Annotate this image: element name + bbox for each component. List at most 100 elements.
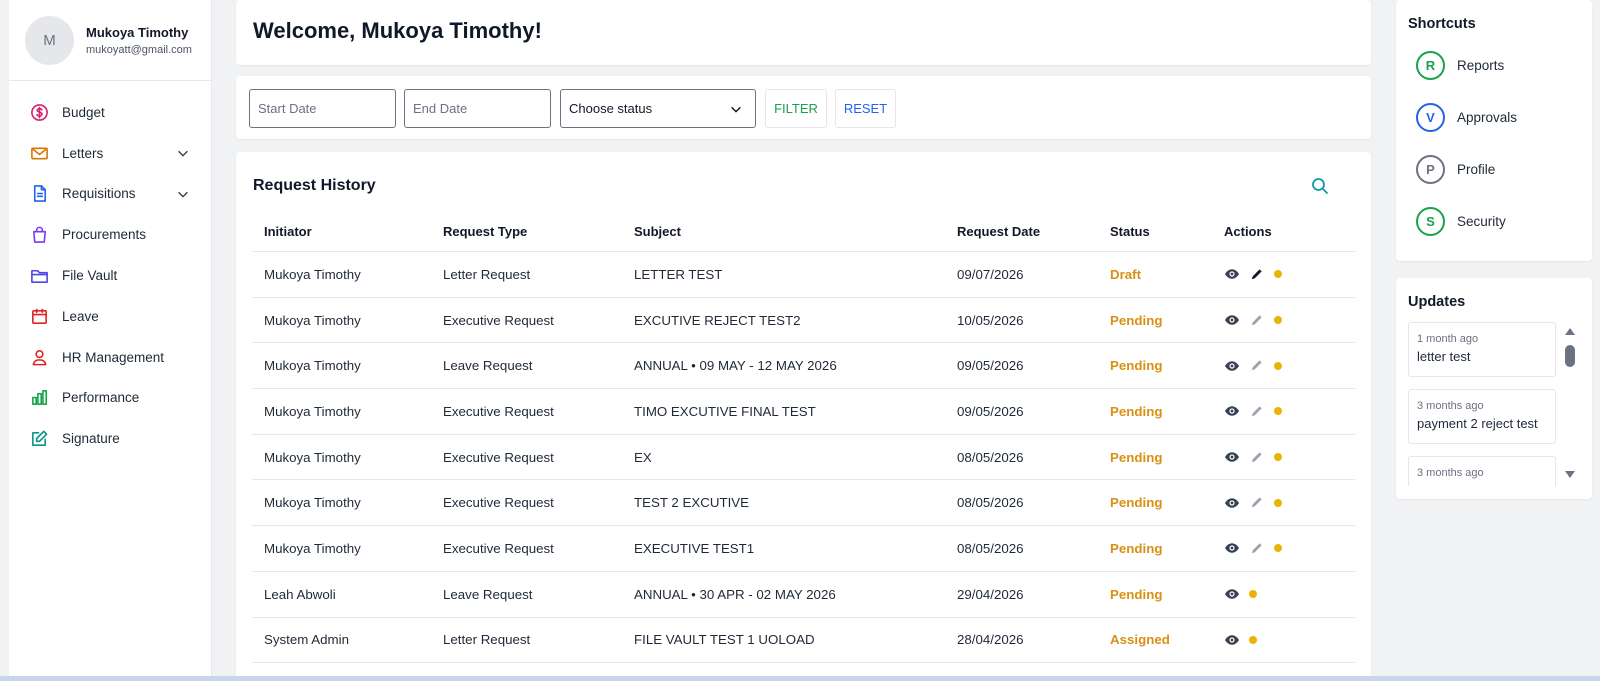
table-row: System Admin Letter Request FILE VAULT TES… xyxy=(252,618,1355,664)
welcome-card: Welcome, Mukoya Timothy! xyxy=(236,0,1371,65)
update-item[interactable]: 1 month ago letter test xyxy=(1408,322,1556,377)
eye-icon[interactable] xyxy=(1224,632,1240,648)
cell-initiator: Mukoya Timothy xyxy=(264,403,361,419)
status-dot-icon xyxy=(1249,635,1257,644)
cell-date: 10/05/2026 xyxy=(957,312,1024,328)
row-actions xyxy=(1224,266,1282,282)
cell-type: Executive Request xyxy=(443,449,554,465)
table-row: Mukoya Timothy Executive Request EXECUTIVE… xyxy=(252,526,1355,572)
section-title: Request History xyxy=(253,177,376,194)
edit-icon[interactable] xyxy=(1249,403,1265,419)
sidebar-item-leave[interactable]: Leave xyxy=(9,296,211,337)
sidebar-item-letters[interactable]: Letters xyxy=(9,133,211,174)
reset-button[interactable]: RESET xyxy=(835,89,896,128)
sidebar: M Mukoya Timothy mukoyatt@gmail.com Budg… xyxy=(9,0,212,681)
cell-subject: TEST 2 EXCUTIVE xyxy=(634,495,750,511)
table-row: Mukoya Timothy Letter Request LETTER TEST 0… xyxy=(252,252,1355,298)
search-icon[interactable] xyxy=(1310,176,1330,196)
status-dot-icon xyxy=(1274,270,1282,279)
row-actions xyxy=(1224,403,1282,419)
cell-subject: EX xyxy=(634,449,652,465)
edit-icon[interactable] xyxy=(1249,358,1265,374)
status-dot-icon xyxy=(1249,590,1257,599)
cell-subject: FILE VAULT TEST 1 UOLOAD xyxy=(634,632,815,648)
mail-icon xyxy=(29,143,49,163)
cell-date: 08/05/2026 xyxy=(957,449,1024,465)
edit-icon[interactable] xyxy=(1249,495,1265,511)
scroll-down-icon[interactable] xyxy=(1564,470,1576,480)
status-badge: Pending xyxy=(1110,449,1163,465)
status-select[interactable]: Choose status xyxy=(560,89,756,128)
scroll-up-icon[interactable] xyxy=(1564,326,1576,336)
scrollbar-thumb[interactable] xyxy=(1565,345,1575,367)
update-time: 3 months ago xyxy=(1417,400,1484,412)
cell-date: 29/04/2026 xyxy=(957,586,1024,602)
status-badge: Assigned xyxy=(1110,632,1170,648)
edit-icon[interactable] xyxy=(1249,266,1265,282)
sidebar-item-label: HR Management xyxy=(62,349,165,365)
status-select-value: Choose status xyxy=(569,101,653,116)
cell-initiator: Mukoya Timothy xyxy=(264,495,361,511)
shortcut-letter-icon: P xyxy=(1416,155,1445,184)
shortcut-reports[interactable]: R Reports xyxy=(1416,51,1504,80)
shortcut-approvals[interactable]: V Approvals xyxy=(1416,103,1517,132)
row-actions xyxy=(1224,312,1282,328)
sidebar-item-hr-management[interactable]: HR Management xyxy=(9,337,211,378)
eye-icon[interactable] xyxy=(1224,358,1240,374)
eye-icon[interactable] xyxy=(1224,449,1240,465)
shortcut-profile[interactable]: P Profile xyxy=(1416,155,1495,184)
eye-icon[interactable] xyxy=(1224,495,1240,511)
table-row: Leah Abwoli Leave Request ANNUAL • 30 APR … xyxy=(252,572,1355,618)
sidebar-item-label: Leave xyxy=(62,308,99,324)
table-row: Mukoya Timothy Executive Request EXCUTIVE … xyxy=(252,298,1355,344)
row-actions xyxy=(1224,449,1282,465)
cell-initiator: Mukoya Timothy xyxy=(264,540,361,556)
end-date-input[interactable]: End Date xyxy=(404,89,551,128)
column-header: Initiator xyxy=(264,224,312,239)
cell-subject: EXECUTIVE TEST1 xyxy=(634,540,755,556)
eye-icon[interactable] xyxy=(1224,403,1240,419)
update-item[interactable]: 3 months ago payment 2 reject test xyxy=(1408,389,1556,444)
status-badge: Pending xyxy=(1110,312,1163,328)
updates-list[interactable]: 1 month ago letter test 3 months ago paymen… xyxy=(1408,322,1558,486)
update-item[interactable]: 3 months ago xyxy=(1408,456,1556,486)
eye-icon[interactable] xyxy=(1224,266,1240,282)
shortcut-letter-icon: V xyxy=(1416,103,1445,132)
cell-type: Executive Request xyxy=(443,403,554,419)
eye-icon[interactable] xyxy=(1224,586,1240,602)
row-actions xyxy=(1224,632,1257,648)
eye-icon[interactable] xyxy=(1224,540,1240,556)
cell-date: 28/04/2026 xyxy=(957,632,1024,648)
sidebar-item-performance[interactable]: Performance xyxy=(9,378,211,419)
bar-chart-icon xyxy=(29,388,49,408)
updates-title: Updates xyxy=(1408,294,1466,310)
cell-subject: ANNUAL • 09 MAY - 12 MAY 2026 xyxy=(634,358,837,374)
chevron-down-icon[interactable] xyxy=(176,146,190,160)
sidebar-item-signature[interactable]: Signature xyxy=(9,418,211,459)
sidebar-item-file-vault[interactable]: File Vault xyxy=(9,255,211,296)
shortcut-label: Reports xyxy=(1457,58,1505,73)
sidebar-item-requisitions[interactable]: Requisitions xyxy=(9,174,211,215)
column-header: Subject xyxy=(634,224,681,239)
eye-icon[interactable] xyxy=(1224,312,1240,328)
edit-icon[interactable] xyxy=(1249,312,1265,328)
shortcut-security[interactable]: S Security xyxy=(1416,207,1506,236)
sidebar-item-procurements[interactable]: Procurements xyxy=(9,214,211,255)
edit-icon[interactable] xyxy=(1249,540,1265,556)
sidebar-item-label: Budget xyxy=(62,104,105,120)
status-dot-icon xyxy=(1274,498,1282,507)
sidebar-item-budget[interactable]: Budget xyxy=(9,92,211,133)
row-actions xyxy=(1224,540,1282,556)
edit-icon[interactable] xyxy=(1249,449,1265,465)
cell-date: 09/05/2026 xyxy=(957,403,1024,419)
filter-bar: Start Date End Date Choose status FILTER… xyxy=(236,76,1371,139)
start-date-input[interactable]: Start Date xyxy=(249,89,396,128)
user-profile[interactable]: M Mukoya Timothy mukoyatt@gmail.com xyxy=(9,0,211,81)
cell-type: Executive Request xyxy=(443,495,554,511)
chevron-down-icon[interactable] xyxy=(176,187,190,201)
calendar-icon xyxy=(29,306,49,326)
filter-button[interactable]: FILTER xyxy=(765,89,827,128)
user-name: Mukoya Timothy xyxy=(86,24,189,40)
cell-date: 08/05/2026 xyxy=(957,495,1024,511)
update-time: 3 months ago xyxy=(1417,467,1484,479)
